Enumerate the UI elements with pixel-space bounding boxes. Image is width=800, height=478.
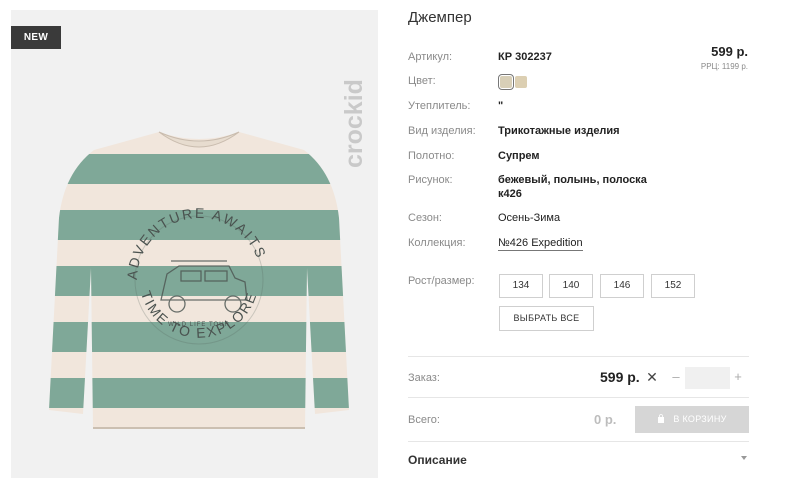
spec-label: Полотно:	[408, 150, 455, 162]
color-swatch[interactable]	[498, 74, 514, 90]
quantity-decrement-button[interactable]: –	[670, 370, 682, 384]
size-option-152[interactable]: 152	[651, 274, 695, 298]
total-value: 0 р.	[594, 412, 617, 427]
size-option-134[interactable]: 134	[499, 274, 543, 298]
add-to-cart-button[interactable]: В КОРЗИНУ	[635, 406, 749, 433]
product-price: 599 р.	[711, 44, 748, 59]
sweater-image: ADVENTURE AWAITS TIME TO EXPLORE WILD LI…	[49, 131, 349, 429]
close-icon[interactable]: ✕	[645, 370, 659, 384]
spec-label: Сезон:	[408, 212, 442, 224]
type-value: Трикотажные изделия	[498, 125, 620, 137]
new-badge: NEW	[11, 26, 61, 49]
spec-insulation: Утеплитель: "	[408, 99, 753, 115]
size-option-140[interactable]: 140	[549, 274, 593, 298]
size-option-146[interactable]: 146	[600, 274, 644, 298]
product-title: Джемпер	[408, 9, 472, 26]
fabric-value: Супрем	[498, 150, 540, 162]
quantity-increment-button[interactable]: +	[732, 370, 744, 384]
spec-season: Сезон: Осень-Зима	[408, 211, 753, 227]
insulation-value: "	[498, 100, 504, 112]
print-text-small: WILD LIFE TOUR	[168, 322, 230, 328]
divider	[408, 441, 749, 442]
spec-pattern: Рисунок: бежевый, полынь, полоска к426	[408, 173, 753, 203]
quantity-input[interactable]	[685, 367, 730, 389]
sizes-label: Рост/размер:	[408, 275, 475, 287]
spec-fabric: Полотно: Супрем	[408, 149, 753, 165]
divider	[408, 397, 749, 398]
total-label: Всего:	[408, 414, 440, 426]
spec-label: Вид изделия:	[408, 125, 476, 137]
description-toggle[interactable]: Описание	[408, 453, 467, 467]
pattern-value-line1: бежевый, полынь, полоска	[498, 174, 647, 186]
spec-color: Цвет:	[408, 74, 753, 90]
spec-label: Утеплитель:	[408, 100, 471, 112]
pattern-value-line2: к426	[498, 188, 522, 200]
spec-label: Артикул:	[408, 51, 453, 63]
season-value: Осень-Зима	[498, 212, 561, 224]
article-value: КР 302237	[498, 51, 552, 63]
add-to-cart-label: В КОРЗИНУ	[673, 414, 727, 424]
chevron-down-icon[interactable]	[740, 454, 748, 462]
product-photo[interactable]: NEW crockid ADVENTURE AWAITS TIME TO EXP…	[11, 10, 378, 478]
recommended-price: РРЦ: 1199 р.	[700, 62, 748, 71]
spec-collection: Коллекция: №426 Expedition	[408, 236, 753, 252]
spec-type: Вид изделия: Трикотажные изделия	[408, 124, 753, 140]
collection-link[interactable]: №426 Expedition	[498, 236, 583, 251]
spec-label: Цвет:	[408, 75, 436, 87]
spec-label: Рисунок:	[408, 174, 453, 186]
select-all-sizes-button[interactable]: ВЫБРАТЬ ВСЕ	[499, 306, 594, 331]
order-label: Заказ:	[408, 372, 440, 384]
order-price: 599 р.	[600, 369, 640, 385]
divider	[408, 356, 749, 357]
shopping-bag-icon	[658, 414, 665, 423]
color-swatch[interactable]	[515, 76, 527, 88]
spec-label: Коллекция:	[408, 237, 466, 249]
